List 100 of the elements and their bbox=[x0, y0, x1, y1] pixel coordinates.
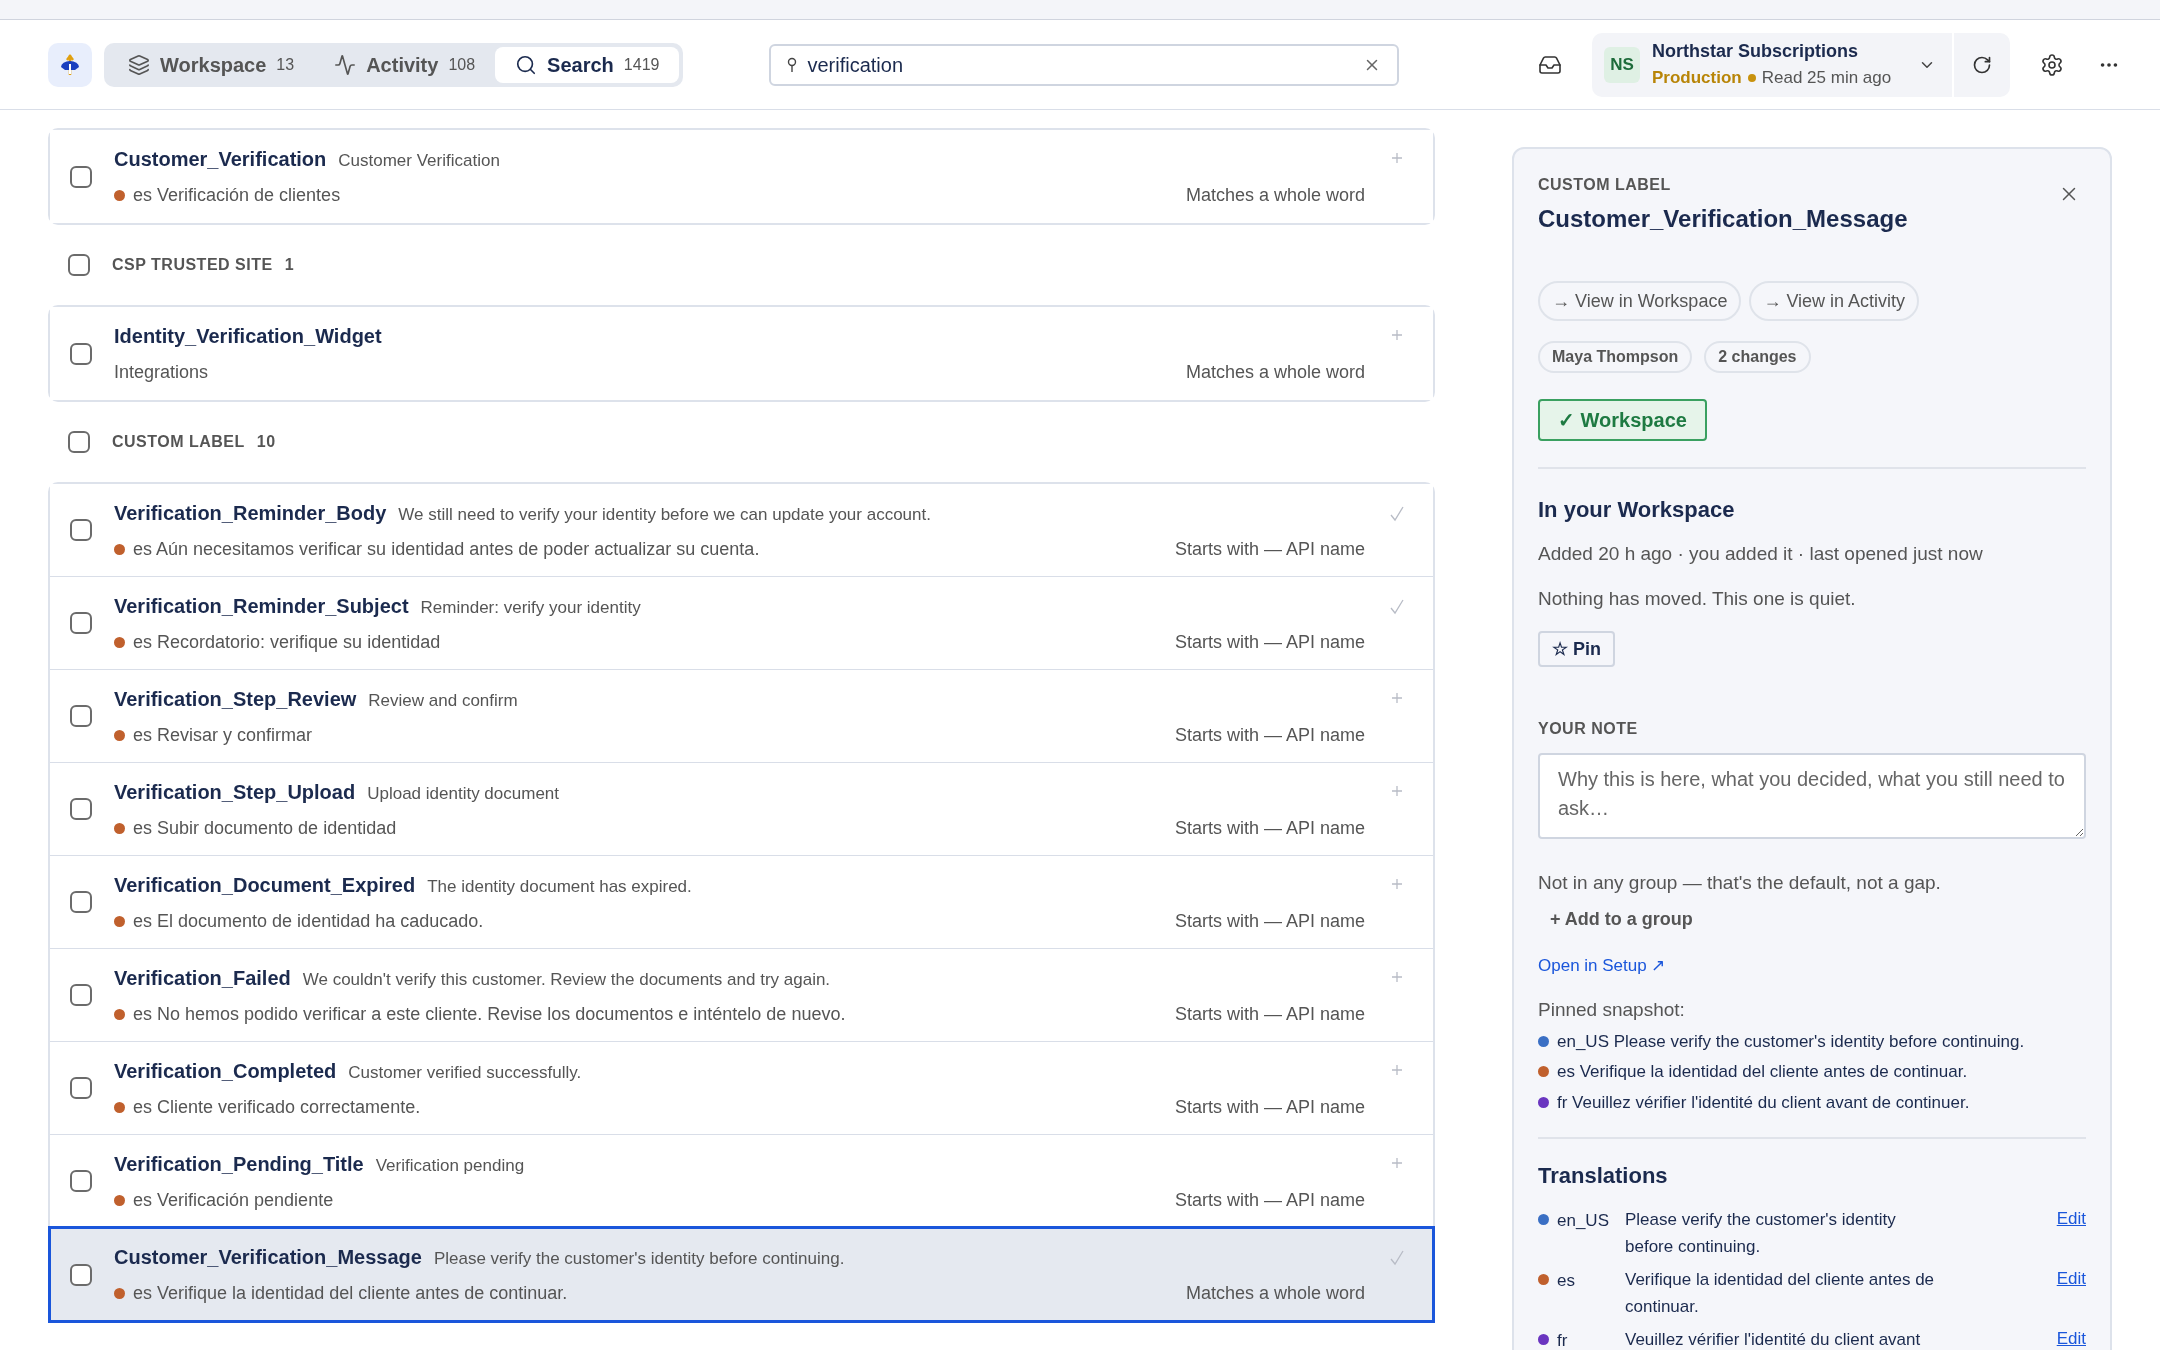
snapshot-line: en_US Please verify the customer's identity before continuing. bbox=[1557, 1030, 2025, 1053]
read-time: Read 25 min ago bbox=[1761, 67, 1892, 90]
search-icon bbox=[515, 53, 538, 76]
checkbox[interactable] bbox=[70, 165, 92, 188]
translation-text: es Verificación pendiente bbox=[133, 1188, 334, 1212]
result-row[interactable]: Identity_Verification_Widget Integrations Matches a whole word bbox=[50, 307, 1433, 400]
view-link-chip[interactable]: → View in Activity bbox=[1749, 281, 1920, 321]
section-heading: Translations bbox=[1538, 1162, 1669, 1190]
checkbox[interactable] bbox=[70, 705, 92, 727]
locale-code: en_US bbox=[1557, 1210, 1610, 1232]
item-name[interactable]: Verification_Document_Expired bbox=[114, 869, 416, 900]
translation-text: Veuillez vérifier l'identité du client avant bbox=[1625, 1329, 1922, 1350]
checkbox[interactable] bbox=[68, 254, 90, 276]
translation-text: es El documento de identidad ha caducado. bbox=[133, 909, 484, 933]
item-name[interactable]: Customer_Verification bbox=[114, 144, 327, 174]
item-name[interactable]: Verification_Reminder_Subject bbox=[114, 590, 409, 621]
item-name[interactable]: Verification_Pending_Title bbox=[114, 1148, 364, 1179]
item-name[interactable]: Customer_Verification_Message bbox=[114, 1242, 422, 1272]
edit-link[interactable]: Edit bbox=[2056, 1266, 2086, 1292]
group-note: Not in any group — that's the default, not a gap. bbox=[1538, 871, 1942, 895]
item-description: The identity document has expired. bbox=[427, 875, 692, 898]
checkbox[interactable] bbox=[70, 1263, 92, 1286]
item-name[interactable]: Verification_Step_Review bbox=[114, 683, 357, 714]
group-heading: CUSTOM LABEL 10 bbox=[112, 432, 276, 452]
translation-text: es Recordatorio: verifique su identidad bbox=[133, 630, 441, 654]
category-text: Integrations bbox=[114, 361, 209, 384]
match-type: Starts with — API name bbox=[1174, 1095, 1365, 1119]
info-tag: Maya Thompson bbox=[1538, 341, 1693, 373]
checkbox[interactable] bbox=[70, 1170, 92, 1192]
item-description: We couldn't verify this customer. Review the documents and try again. bbox=[302, 968, 831, 991]
translation-text: es Aún necesitamos verificar su identidad antes de poder actualizar su cuenta. bbox=[133, 537, 760, 561]
locale-code: fr bbox=[1557, 1330, 1569, 1350]
match-type: Matches a whole word bbox=[1185, 184, 1365, 207]
checkbox[interactable] bbox=[70, 342, 92, 365]
checkbox[interactable] bbox=[70, 798, 92, 820]
result-row[interactable]: Customer_Verification Customer Verification es Verificación de clientes Matches a whole word bbox=[50, 130, 1433, 223]
org-name: Northstar Subscriptions bbox=[1652, 40, 1860, 64]
match-type: Starts with — API name bbox=[1174, 723, 1365, 747]
edit-link[interactable]: Edit bbox=[2056, 1326, 2086, 1350]
snapshot-line: es Verifique la identidad del cliente antes de continuar. bbox=[1557, 1061, 1968, 1083]
item-name[interactable]: Verification_Step_Upload bbox=[114, 776, 356, 807]
result-row[interactable] bbox=[50, 484, 1433, 577]
match-type: Matches a whole word bbox=[1185, 1282, 1365, 1305]
checkbox[interactable] bbox=[68, 431, 90, 453]
item-name[interactable]: Verification_Completed bbox=[114, 1055, 337, 1086]
view-link-chip[interactable]: → View in Workspace bbox=[1538, 281, 1742, 321]
checkbox[interactable] bbox=[70, 984, 92, 1006]
item-description: Reminder: verify your identity bbox=[420, 596, 641, 619]
item-description: We still need to verify your identity before we can update your account. bbox=[398, 503, 931, 526]
search-field[interactable]: verification bbox=[769, 43, 1400, 86]
item-name[interactable]: Verification_Failed bbox=[114, 962, 291, 993]
view-tab[interactable]: Workspace 13 bbox=[108, 46, 315, 83]
pin-button[interactable]: ☆ Pin bbox=[1538, 631, 1615, 667]
snapshot-line: fr Veuillez vérifier l'identité du client avant de continuer. bbox=[1557, 1091, 1970, 1114]
group-heading: CSP TRUSTED SITE 1 bbox=[112, 255, 295, 275]
activity-icon bbox=[334, 53, 357, 76]
locale-code: es bbox=[1557, 1270, 1576, 1292]
translation-text: es Cliente verificado correctamente. bbox=[133, 1095, 421, 1119]
translation-text: Please verify the customer's identity before continuing. bbox=[1625, 1209, 1897, 1258]
translation-text: Verifique la identidad del cliente antes de continuar. bbox=[1625, 1269, 1935, 1318]
translation-text: es Revisar y confirmar bbox=[133, 723, 313, 747]
item-description: Please verify the customer's identity before continuing. bbox=[433, 1248, 845, 1270]
org-switcher[interactable]: NS Northstar Subscriptions Production Read 25 min ago bbox=[1592, 32, 2010, 97]
app-logo[interactable] bbox=[48, 42, 92, 87]
translation-text: es Subir documento de identidad bbox=[133, 816, 397, 840]
item-name[interactable]: Identity_Verification_Widget bbox=[114, 321, 382, 351]
checkbox[interactable] bbox=[70, 519, 92, 541]
match-type: Starts with — API name bbox=[1174, 816, 1365, 840]
org-avatar: NS bbox=[1604, 46, 1640, 83]
layers-icon bbox=[128, 53, 150, 76]
translation-text: es Verificación de clientes bbox=[133, 184, 341, 207]
item-description: Upload identity document bbox=[367, 782, 559, 805]
setup-link[interactable]: Open in Setup ↗ bbox=[1538, 952, 1666, 978]
match-type: Starts with — API name bbox=[1174, 909, 1365, 933]
edit-link[interactable]: Edit bbox=[2056, 1206, 2086, 1232]
settings-icon[interactable] bbox=[2040, 52, 2064, 77]
workspace-toggle[interactable]: ✓ Workspace bbox=[1538, 399, 1707, 441]
item-name[interactable]: Verification_Reminder_Body bbox=[114, 497, 387, 528]
match-type: Matches a whole word bbox=[1185, 361, 1365, 384]
item-description: Customer Verification bbox=[338, 150, 500, 172]
item-description: Review and confirm bbox=[368, 689, 518, 712]
check-icon[interactable] bbox=[1389, 599, 1405, 615]
check-icon[interactable] bbox=[1389, 506, 1405, 522]
note-field[interactable]: Why this is here, what you decided, what you still need to ask… bbox=[1538, 753, 2086, 839]
checkbox[interactable] bbox=[70, 891, 92, 913]
check-icon[interactable] bbox=[1389, 1250, 1405, 1266]
checkbox[interactable] bbox=[70, 1077, 92, 1099]
add-to-group-button[interactable]: + Add to a group bbox=[1550, 905, 1693, 933]
match-type: Starts with — API name bbox=[1174, 537, 1365, 561]
section-heading: In your Workspace bbox=[1538, 496, 1736, 524]
match-type: Starts with — API name bbox=[1174, 630, 1365, 654]
result-row[interactable]: Customer_Verification_Message Please verify the customer's identity before continuing. es Verifique la identidad del cliente antes de continuar. Matches a whole word bbox=[50, 1228, 1433, 1321]
view-tab[interactable]: Search 1419 bbox=[495, 46, 680, 83]
view-tab[interactable]: Activity 108 bbox=[314, 46, 496, 83]
info-tag: 2 changes bbox=[1704, 341, 1811, 373]
checkbox[interactable] bbox=[70, 612, 92, 634]
translation-text: es Verifique la identidad del cliente antes de continuar. bbox=[133, 1282, 568, 1305]
workspace-meta: Added 20 h ago · you added it · last opened just now bbox=[1538, 542, 1984, 566]
match-type: Starts with — API name bbox=[1174, 1188, 1365, 1212]
refresh-icon[interactable] bbox=[1972, 54, 1992, 75]
